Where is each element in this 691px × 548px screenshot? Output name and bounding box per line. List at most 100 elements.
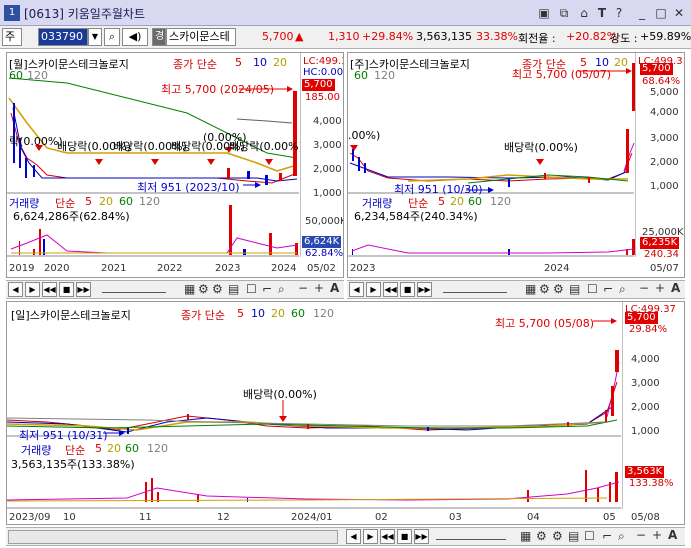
daily-xtick: 03 <box>449 512 462 523</box>
weekly-high-annotation: 최고 5,700 (05/07) <box>512 68 612 81</box>
monthly-vol-ma-120: 120 <box>139 195 160 208</box>
daily-ma-120: 120 <box>313 307 334 320</box>
monthly-ytick-4000: 4,000 <box>313 116 342 127</box>
zoom-out-button[interactable]: − <box>636 528 646 542</box>
warning-badge: 경 <box>152 28 166 46</box>
rewind-icon[interactable]: ◀◀ <box>380 529 395 544</box>
minimize-icon[interactable]: _ <box>634 5 650 21</box>
daily-ma-label: 종가 단순 <box>181 309 225 322</box>
weekly-ma-20: 20 <box>614 56 628 69</box>
checkbox-icon[interactable]: ☐ <box>246 282 257 296</box>
rewind-icon[interactable]: ◀◀ <box>42 282 57 297</box>
stock-code-input[interactable]: 033790 <box>38 28 88 46</box>
title-bar: 1 [0613] 키움일주월차트 ▣ ⧉ ⌂ T ? _ □ ✕ <box>0 0 691 26</box>
speaker-icon[interactable]: ◀) <box>122 28 148 46</box>
weekly-vol-badge-pct: 240.34 <box>644 249 679 260</box>
help-icon[interactable]: ? <box>611 5 627 21</box>
market-select[interactable]: 주 <box>2 28 22 46</box>
toolbar: 주 033790 ▼ ⌕ ◀) 경 스카이문스테 5,700 ▲ 1,310 +… <box>0 26 691 49</box>
change-percent: +29.84% <box>362 30 414 43</box>
chevron-down-icon[interactable]: ▼ <box>88 28 102 46</box>
link-icon[interactable]: ⌂ <box>576 5 592 21</box>
monthly-high-annotation: 최고 5,700 (2024/05) <box>161 83 275 96</box>
stop-icon[interactable]: ■ <box>397 529 412 544</box>
monthly-dividend-6: 배당락(0.00%) <box>229 140 303 153</box>
maximize-icon[interactable]: □ <box>653 5 669 21</box>
scroll-right-icon[interactable]: ▶ <box>25 282 40 297</box>
scroll-left-icon[interactable]: ◀ <box>349 282 364 297</box>
checkbox-icon[interactable]: ☐ <box>587 282 598 296</box>
grid-icon[interactable]: ▤ <box>569 282 580 296</box>
stock-name-field[interactable]: 스카이문스테 <box>166 28 236 46</box>
daily-chart-panel[interactable]: [일]스카이문스테크놀로지 종가 단순 5 10 20 60 120 최고 5,… <box>6 301 685 525</box>
daily-xtick: 2023/09 <box>9 512 51 523</box>
grid-icon[interactable]: ▤ <box>568 529 579 543</box>
zoom-out-button[interactable]: − <box>639 281 649 295</box>
gear-icon[interactable]: ⚙ <box>536 529 547 543</box>
monthly-ma-5: 5 <box>235 56 242 69</box>
settings-icon[interactable]: ⚙ <box>552 529 563 543</box>
scroll-left-icon[interactable]: ◀ <box>8 282 23 297</box>
auto-button[interactable]: A <box>671 281 680 295</box>
grid-icon[interactable]: ▤ <box>228 282 239 296</box>
zoom-in-button[interactable]: + <box>652 528 662 542</box>
search-icon[interactable]: ⌕ <box>278 282 285 297</box>
gear-icon[interactable]: ⚙ <box>198 282 209 296</box>
monthly-ytick-2000: 2,000 <box>313 164 342 175</box>
monthly-chart-panel[interactable]: [월]스카이문스테크놀로지 종가 단순 5 10 20 60 120 최고 5,… <box>6 52 344 278</box>
scroll-right-icon[interactable]: ▶ <box>366 282 381 297</box>
restore-icon[interactable]: ▣ <box>536 5 552 21</box>
daily-dividend: 배당락(0.00%) <box>243 388 317 401</box>
monthly-xtick: 2021 <box>101 263 127 274</box>
monthly-ma-label: 종가 단순 <box>173 58 217 71</box>
settings-icon[interactable]: ⚙ <box>212 282 223 296</box>
arrow-up-icon: ▲ <box>295 30 304 43</box>
current-price: 5,700 <box>262 30 294 43</box>
zoom-slider[interactable] <box>436 532 506 540</box>
zoom-in-button[interactable]: + <box>655 281 665 295</box>
horizontal-scrollbar[interactable] <box>8 530 338 544</box>
rewind-icon[interactable]: ◀◀ <box>383 282 398 297</box>
monthly-ytick-3000: 3,000 <box>313 140 342 151</box>
daily-ytick-2000: 2,000 <box>631 402 660 413</box>
close-icon[interactable]: ✕ <box>671 5 687 21</box>
scroll-left-icon[interactable]: ◀ <box>346 529 361 544</box>
table-icon[interactable]: ▦ <box>520 529 531 543</box>
weekly-dividend: 배당락(0.00%) <box>504 141 578 154</box>
zoom-slider[interactable] <box>102 285 166 293</box>
search-icon[interactable]: ⌕ <box>619 282 626 297</box>
stop-icon[interactable]: ■ <box>59 282 74 297</box>
monthly-lc: LC:499.3 <box>303 56 344 67</box>
font-icon[interactable]: T <box>594 5 610 21</box>
gear-icon[interactable]: ⚙ <box>539 282 550 296</box>
forward-icon[interactable]: ▶▶ <box>76 282 91 297</box>
cursor-icon[interactable]: ⌐ <box>603 282 613 296</box>
table-icon[interactable]: ▦ <box>184 282 195 296</box>
weekly-price-axis: LC:499.3 5,700 68.64% 5,000 4,000 3,000 … <box>635 53 684 260</box>
daily-xtick: 05 <box>603 512 616 523</box>
weekly-vol-ma-120: 120 <box>490 195 511 208</box>
window-title: [0613] 키움일주월차트 <box>24 7 145 21</box>
cursor-icon[interactable]: ⌐ <box>262 282 272 296</box>
weekly-chart-panel[interactable]: [주]스카이문스테크놀로지 종가 단순 5 10 20 60 120 최고 5,… <box>347 52 685 278</box>
forward-icon[interactable]: ▶▶ <box>417 282 432 297</box>
copy-icon[interactable]: ⧉ <box>556 5 572 21</box>
zoom-out-button[interactable]: − <box>298 281 308 295</box>
monthly-price-badge: 5,700 <box>302 79 335 91</box>
auto-button[interactable]: A <box>330 281 339 295</box>
daily-low-annotation: 최저 951 (10/31) <box>19 429 108 442</box>
search-icon[interactable]: ⌕ <box>104 28 120 46</box>
zoom-slider[interactable] <box>443 285 507 293</box>
auto-button[interactable]: A <box>668 528 677 542</box>
stop-icon[interactable]: ■ <box>400 282 415 297</box>
checkbox-icon[interactable]: ☐ <box>584 529 595 543</box>
daily-xtick: 04 <box>527 512 540 523</box>
cursor-icon[interactable]: ⌐ <box>602 529 612 543</box>
scroll-right-icon[interactable]: ▶ <box>363 529 378 544</box>
table-icon[interactable]: ▦ <box>525 282 536 296</box>
search-icon[interactable]: ⌕ <box>618 529 625 544</box>
settings-icon[interactable]: ⚙ <box>553 282 564 296</box>
forward-icon[interactable]: ▶▶ <box>414 529 429 544</box>
daily-xtick: 12 <box>217 512 230 523</box>
zoom-in-button[interactable]: + <box>314 281 324 295</box>
